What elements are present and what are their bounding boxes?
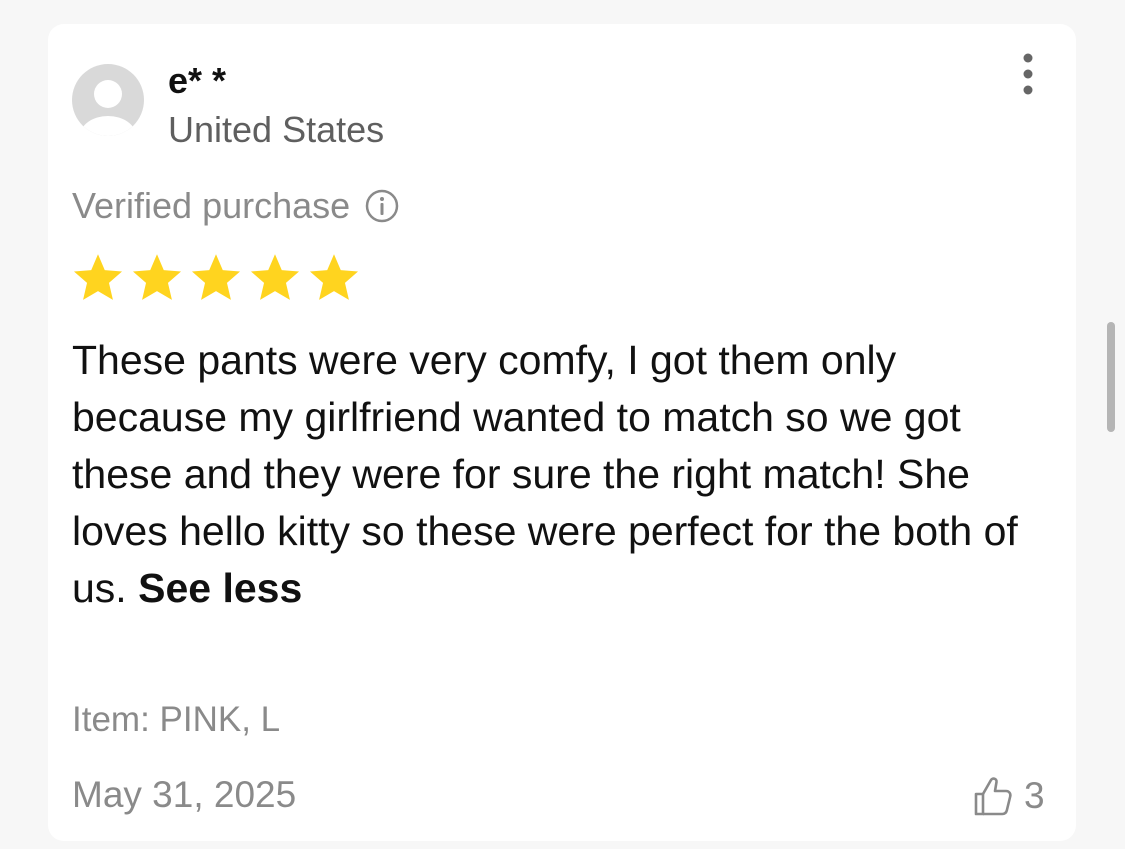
reviewer-country: United States: [168, 109, 385, 150]
reviewer-name: e* *: [168, 60, 227, 101]
item-variant: Item: PINK, L: [72, 700, 281, 739]
star-rating: [70, 250, 365, 306]
scrollbar[interactable]: [1107, 322, 1115, 432]
review-date: May 31, 2025: [72, 774, 297, 815]
thumbs-up-icon: [974, 777, 1012, 816]
star-icon: [309, 254, 359, 300]
more-vertical-icon: [1023, 53, 1033, 95]
see-less-link[interactable]: See less: [138, 565, 302, 611]
star-icon: [73, 254, 123, 300]
like-count: 3: [1024, 775, 1045, 816]
info-icon[interactable]: [364, 188, 400, 224]
like-button[interactable]: 3: [968, 772, 1045, 820]
star-icon: [191, 254, 241, 300]
review-card: e* * United States Verified purchase The…: [48, 24, 1076, 841]
review-text-block: These pants were very comfy, I got them …: [72, 332, 1062, 617]
user-avatar-icon: [80, 80, 136, 136]
star-icon: [250, 254, 300, 300]
verified-purchase: Verified purchase: [72, 184, 400, 228]
more-options-button[interactable]: [1010, 52, 1046, 96]
star-icon: [132, 254, 182, 300]
verified-purchase-label: Verified purchase: [72, 185, 351, 226]
avatar: [72, 64, 144, 136]
